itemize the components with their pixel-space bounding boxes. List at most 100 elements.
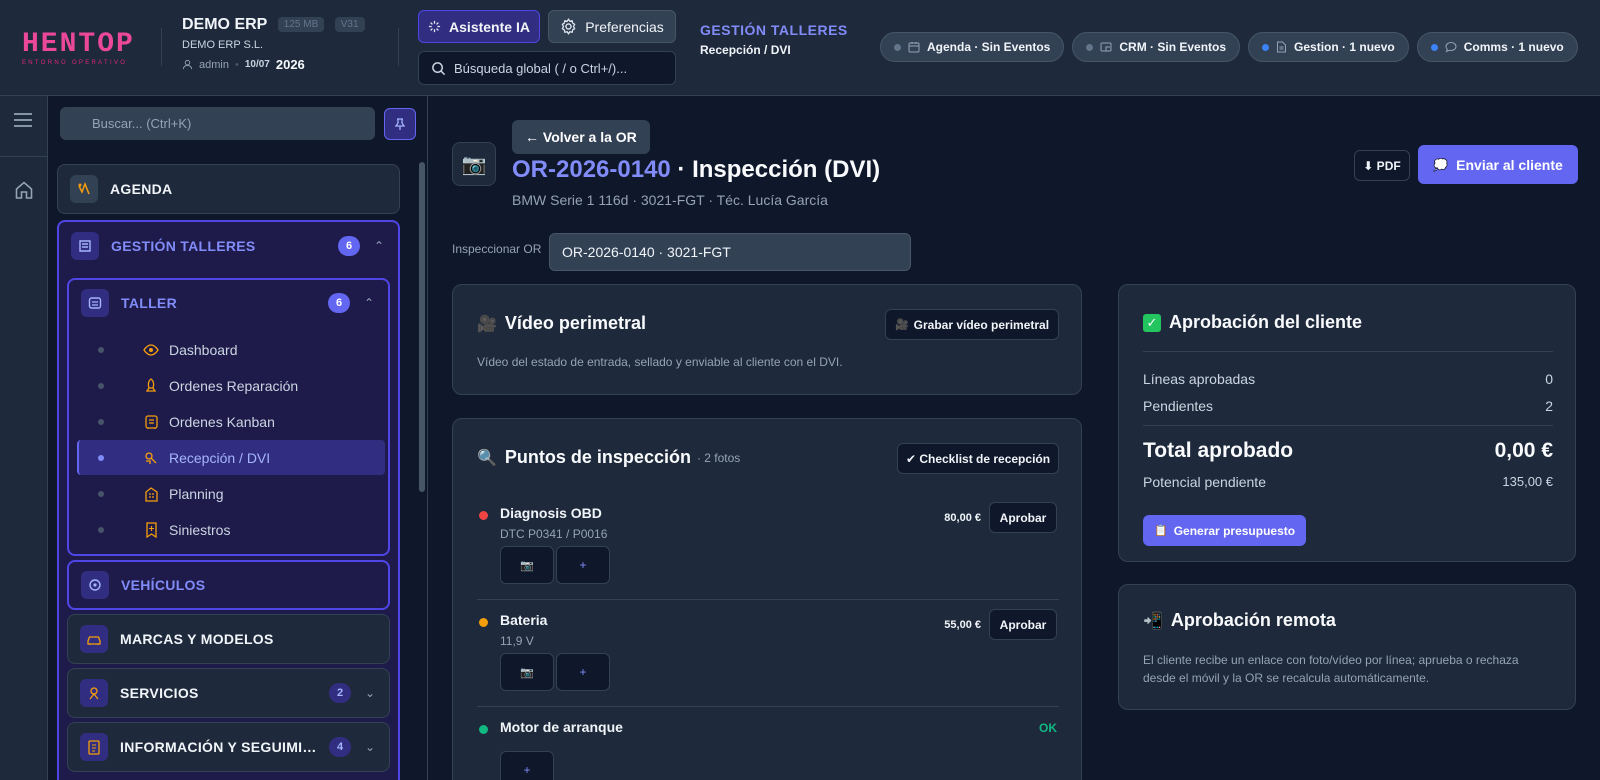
video-camera-icon: 🎥: [477, 315, 497, 333]
global-search[interactable]: [418, 51, 676, 85]
send-to-client-button[interactable]: 💭 Enviar al cliente: [1418, 145, 1578, 184]
sidebar-item-agenda[interactable]: AGENDA: [57, 164, 400, 214]
memory-badge: 125 MB: [277, 17, 325, 32]
approve-button[interactable]: Aprobar: [989, 502, 1057, 533]
comms-pill[interactable]: Comms · 1 nuevo: [1416, 32, 1578, 62]
status-dot: [1262, 43, 1270, 51]
inspection-item: Bateria 11,9 V 55,00 € Aprobar 📷 +: [453, 606, 1083, 706]
add-photo-button[interactable]: +: [500, 751, 554, 780]
breadcrumb-page: Recepción / DVI: [700, 43, 791, 57]
pending-lines-value: 2: [1545, 398, 1553, 414]
photo-thumbnail[interactable]: 📷: [500, 653, 554, 691]
gestion-pill[interactable]: Gestion · 1 nuevo: [1248, 32, 1409, 62]
agenda-icon: [70, 175, 98, 203]
bullet: [98, 454, 104, 461]
inspection-item: Motor de arranque OK +: [453, 713, 1083, 780]
logo-wordmark: HENTOP: [22, 29, 135, 60]
sidebar-search[interactable]: [60, 107, 375, 140]
inspection-item-name: Bateria: [500, 612, 548, 628]
bullet: [98, 382, 104, 389]
page-title-suffix: · Inspección (DVI): [670, 156, 881, 183]
speech-bubble-icon: 💭: [1433, 157, 1449, 172]
crm-pill-label: CRM · Sin Eventos: [1119, 40, 1227, 54]
gestion-talleres-icon: [71, 232, 99, 260]
ai-assistant-button[interactable]: Asistente IA: [418, 10, 540, 43]
home-icon[interactable]: [14, 180, 34, 205]
camera-icon: 📷: [452, 142, 496, 186]
add-photo-button[interactable]: +: [556, 653, 610, 691]
search-icon: [432, 61, 446, 75]
approve-button[interactable]: Aprobar: [989, 609, 1057, 640]
sidebar-item-dashboard[interactable]: Dashboard: [77, 332, 385, 367]
sidebar-item-label: VEHÍCULOS: [121, 577, 206, 593]
app-name: DEMO ERP: [182, 16, 268, 33]
vehicle-subtitle: BMW Serie 1 116d · 3021-FGT · Téc. Lucía…: [512, 192, 828, 208]
camera-icon: 📷: [520, 559, 534, 572]
preferences-button[interactable]: Preferencias: [548, 10, 676, 43]
session-date: 10/07: [244, 59, 270, 70]
check-box-icon: ✓: [1143, 313, 1161, 332]
preferences-label: Preferencias: [585, 18, 664, 35]
remote-approval-card: 📲 Aprobación remota El cliente recibe un…: [1118, 584, 1576, 710]
pin-sidebar-button[interactable]: [384, 108, 416, 140]
sidebar-item-vehiculos[interactable]: VEHÍCULOS: [67, 560, 390, 610]
sidebar-item-planning[interactable]: Planning: [77, 476, 385, 511]
photo-count: · 2 fotos: [696, 450, 741, 465]
chevron-down-icon[interactable]: ⌄: [363, 740, 377, 754]
sidebar-item-label: Siniestros: [169, 521, 231, 538]
inspection-icon: [141, 450, 161, 466]
global-search-input[interactable]: [454, 60, 664, 76]
bullet: [98, 418, 104, 425]
divider: [477, 706, 1059, 707]
client-approval-card: ✓ Aprobación del cliente Líneas aprobada…: [1118, 284, 1576, 562]
bullet: [98, 490, 104, 497]
header-divider: [398, 28, 399, 66]
chevron-up-icon[interactable]: ⌃: [362, 296, 376, 310]
vehicle-icon: [81, 571, 109, 599]
breadcrumb-section[interactable]: GESTIÓN TALLERES: [700, 22, 848, 38]
sidebar-item-ordenes-reparacion[interactable]: Ordenes Reparación: [77, 368, 385, 403]
scrollbar-thumb[interactable]: [419, 162, 425, 492]
sidebar-subgroup-label: TALLER: [121, 295, 177, 311]
agenda-pill-label: Agenda · Sin Eventos: [927, 40, 1051, 54]
comms-pill-label: Comms · 1 nuevo: [1463, 40, 1564, 54]
chevron-down-icon[interactable]: ⌄: [363, 686, 377, 700]
sidebar-item-recepcion-dvi[interactable]: Recepción / DVI: [77, 440, 385, 475]
inspect-order-field[interactable]: [549, 233, 911, 271]
photo-thumbnail[interactable]: 📷: [500, 546, 554, 584]
sidebar-item-informacion[interactable]: INFORMACIÓN Y SEGUIMIEN... 4 ⌄: [67, 722, 390, 772]
crm-pill[interactable]: CRM · Sin Eventos: [1072, 32, 1241, 62]
sparkle-icon: [428, 20, 441, 33]
app-logo[interactable]: HENTOP ENTORNO OPERATIVO: [22, 29, 135, 67]
potential-pending-label: Potencial pendiente: [1143, 474, 1266, 490]
agenda-pill[interactable]: Agenda · Sin Eventos: [880, 32, 1065, 62]
inspection-item-price: 55,00 €: [944, 619, 981, 631]
order-code[interactable]: OR-2026-0140: [512, 156, 671, 183]
sidebar-item-label: SERVICIOS: [120, 685, 199, 701]
sidebar: AGENDA GESTIÓN TALLERES 6 ⌃ TALLER 6 ⌃: [48, 96, 428, 780]
sidebar-group-header[interactable]: GESTIÓN TALLERES 6 ⌃: [59, 222, 398, 270]
generate-quote-button[interactable]: 📋 Generar presupuesto: [1143, 515, 1307, 546]
reception-checklist-button[interactable]: ✔ Checklist de recepción: [897, 443, 1059, 474]
inspect-order-label: Inspeccionar OR: [452, 242, 542, 256]
chevron-up-icon[interactable]: ⌃: [372, 239, 386, 253]
sidebar-item-label: Ordenes Kanban: [169, 413, 275, 430]
sidebar-item-marcas-modelos[interactable]: MARCAS Y MODELOS: [67, 614, 390, 664]
record-video-button[interactable]: 🎥 Grabar vídeo perimetral: [885, 309, 1059, 340]
sidebar-item-label: Dashboard: [169, 341, 238, 358]
sidebar-item-ordenes-kanban[interactable]: Ordenes Kanban: [77, 404, 385, 439]
bullet: [98, 526, 104, 533]
count-badge: 6: [338, 236, 360, 256]
total-approved-label: Total aprobado: [1143, 439, 1294, 462]
back-to-order-button[interactable]: ← Volver a la OR: [512, 120, 650, 154]
sidebar-subgroup-header[interactable]: TALLER 6 ⌃: [69, 280, 388, 326]
sidebar-item-servicios[interactable]: SERVICIOS 2 ⌄: [67, 668, 390, 718]
add-photo-button[interactable]: +: [556, 546, 610, 584]
sidebar-item-siniestros[interactable]: Siniestros: [77, 512, 385, 547]
approved-lines-value: 0: [1545, 371, 1553, 387]
menu-icon[interactable]: [13, 112, 33, 133]
pdf-button[interactable]: ⬇ PDF: [1354, 150, 1410, 181]
sidebar-scrollbar[interactable]: [419, 154, 425, 780]
sidebar-search-input[interactable]: [92, 116, 352, 131]
total-approved-value: 0,00 €: [1494, 439, 1553, 462]
